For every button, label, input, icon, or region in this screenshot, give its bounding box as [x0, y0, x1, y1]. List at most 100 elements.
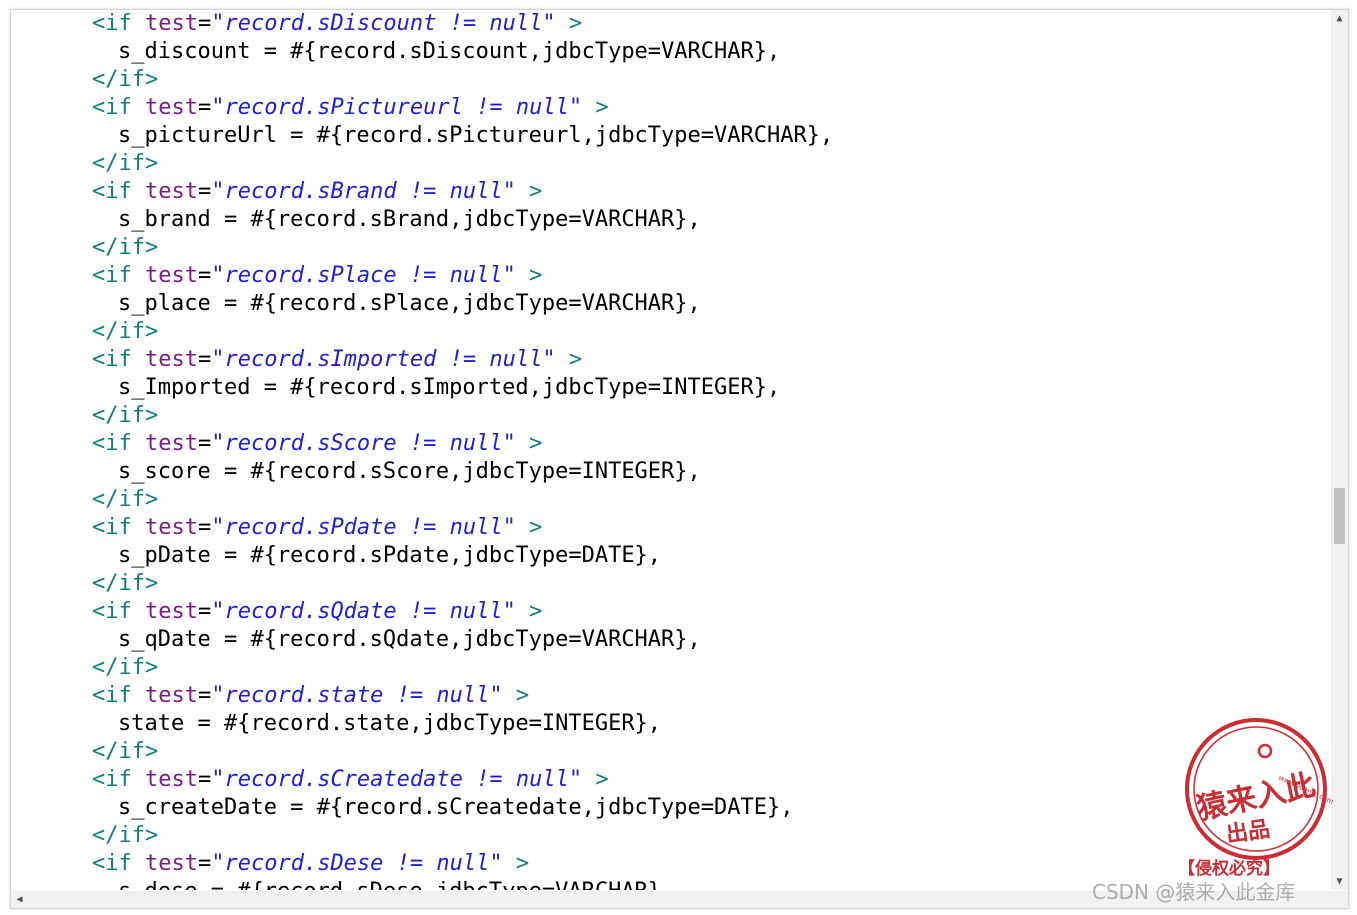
equals-sign: =: [197, 95, 212, 120]
test-condition-value: "record.sPlace != null": [211, 263, 516, 288]
seal-banner: 【侵权必究】: [1178, 858, 1280, 877]
tag-end-bracket: >: [529, 179, 543, 204]
if-close-tag: </if>: [92, 67, 159, 92]
tag-open-bracket: <: [92, 851, 106, 876]
code-line: <if test="record.state != null" >: [92, 682, 529, 710]
if-close-tag: </if>: [92, 487, 159, 512]
vertical-scroll-thumb[interactable]: [1334, 488, 1345, 544]
equals-sign: =: [197, 11, 212, 36]
if-close-tag: </if>: [92, 739, 159, 764]
test-attribute: test: [145, 851, 198, 876]
code-viewer-window: <if test="record.sDiscount != null" > s_d…: [10, 9, 1349, 909]
tag-open-bracket: <: [92, 263, 106, 288]
test-attribute: test: [145, 515, 198, 540]
tag-open-bracket: <: [92, 95, 106, 120]
code-area: <if test="record.sDiscount != null" > s_d…: [11, 10, 1331, 890]
set-statement: s_dese = #{record.sDese,jdbcType=VARCHAR…: [118, 878, 674, 890]
code-line: <if test="record.sCreatedate != null" >: [92, 766, 609, 794]
if-keyword: if: [105, 767, 132, 792]
copyright-seal-icon: www.yuanrc.com 猿来入此 出品 【侵权必究】: [1178, 718, 1335, 877]
set-statement: s_createDate = #{record.sCreatedate,jdbc…: [118, 795, 794, 820]
code-line: <if test="record.sDiscount != null" >: [92, 10, 582, 38]
set-statement: s_score = #{record.sScore,jdbcType=INTEG…: [118, 459, 701, 484]
tag-end-bracket: >: [529, 431, 543, 456]
test-condition-value: "record.sBrand != null": [211, 179, 516, 204]
code-line: <if test="record.sScore != null" >: [92, 430, 542, 458]
if-keyword: if: [105, 431, 132, 456]
set-statement: s_qDate = #{record.sQdate,jdbcType=VARCH…: [118, 627, 701, 652]
if-keyword: if: [105, 851, 132, 876]
if-keyword: if: [105, 515, 132, 540]
equals-sign: =: [197, 599, 212, 624]
test-attribute: test: [145, 431, 198, 456]
equals-sign: =: [197, 851, 212, 876]
code-line: <if test="record.sPdate != null" >: [92, 514, 542, 542]
if-keyword: if: [105, 347, 132, 372]
if-keyword: if: [105, 599, 132, 624]
if-close-tag: </if>: [92, 823, 159, 848]
tag-open-bracket: <: [92, 179, 106, 204]
set-statement: s_pictureUrl = #{record.sPictureurl,jdbc…: [118, 123, 834, 148]
tag-end-bracket: >: [568, 347, 583, 372]
set-statement: s_brand = #{record.sBrand,jdbcType=VARCH…: [118, 207, 701, 232]
if-close-tag: </if>: [92, 655, 159, 680]
code-line: <if test="record.sImported != null" >: [92, 346, 582, 374]
tag-end-bracket: >: [595, 95, 609, 120]
test-attribute: test: [145, 11, 198, 36]
test-condition-value: "record.state != null": [211, 683, 503, 708]
tag-end-bracket: >: [529, 263, 543, 288]
apple-logo-icon: [1257, 743, 1273, 759]
tag-open-bracket: <: [92, 767, 106, 792]
equals-sign: =: [197, 263, 212, 288]
code-line: <if test="record.sPlace != null" >: [92, 262, 542, 290]
if-close-tag: </if>: [92, 151, 159, 176]
code-line: <if test="record.sBrand != null" >: [92, 178, 542, 206]
equals-sign: =: [197, 431, 212, 456]
tag-end-bracket: >: [529, 515, 543, 540]
set-statement: s_place = #{record.sPlace,jdbcType=VARCH…: [118, 291, 701, 316]
test-condition-value: "record.sPdate != null": [211, 515, 516, 540]
set-statement: s_Imported = #{record.sImported,jdbcType…: [118, 375, 781, 400]
test-attribute: test: [145, 683, 198, 708]
tag-end-bracket: >: [515, 683, 530, 708]
test-condition-value: "record.sPictureurl != null": [211, 95, 583, 120]
equals-sign: =: [197, 683, 212, 708]
test-condition-value: "record.sCreatedate != null": [211, 767, 583, 792]
test-attribute: test: [145, 347, 198, 372]
tag-open-bracket: <: [92, 599, 106, 624]
test-condition-value: "record.sQdate != null": [211, 599, 516, 624]
code-line: <if test="record.sQdate != null" >: [92, 598, 542, 626]
if-close-tag: </if>: [92, 403, 159, 428]
test-condition-value: "record.sImported != null": [211, 347, 556, 372]
csdn-watermark: CSDN @猿来入此金库: [1092, 880, 1296, 904]
tag-end-bracket: >: [515, 851, 530, 876]
code-line: <if test="record.sDese != null" >: [92, 850, 529, 878]
seal-sub-text: 出品: [1224, 816, 1271, 848]
test-attribute: test: [145, 179, 198, 204]
set-statement: state = #{record.state,jdbcType=INTEGER}…: [118, 711, 662, 736]
equals-sign: =: [197, 179, 212, 204]
scroll-left-arrow-icon[interactable]: ◀: [11, 891, 28, 908]
tag-end-bracket: >: [568, 11, 583, 36]
set-statement: s_pDate = #{record.sPdate,jdbcType=DATE}…: [118, 543, 662, 568]
if-close-tag: </if>: [92, 319, 159, 344]
test-condition-value: "record.sDiscount != null": [211, 11, 556, 36]
if-keyword: if: [105, 263, 132, 288]
scrollbar-corner: [1331, 891, 1348, 908]
set-statement: s_discount = #{record.sDiscount,jdbcType…: [118, 39, 781, 64]
test-condition-value: "record.sDese != null": [211, 851, 503, 876]
test-attribute: test: [145, 767, 198, 792]
equals-sign: =: [197, 767, 212, 792]
tag-open-bracket: <: [92, 683, 106, 708]
test-attribute: test: [145, 95, 198, 120]
test-condition-value: "record.sScore != null": [211, 431, 516, 456]
if-keyword: if: [105, 11, 132, 36]
tag-end-bracket: >: [529, 599, 543, 624]
test-attribute: test: [145, 263, 198, 288]
if-keyword: if: [105, 95, 132, 120]
tag-open-bracket: <: [92, 431, 106, 456]
if-keyword: if: [105, 179, 132, 204]
if-close-tag: </if>: [92, 571, 159, 596]
scroll-up-arrow-icon[interactable]: ▲: [1331, 10, 1348, 27]
test-attribute: test: [145, 599, 198, 624]
